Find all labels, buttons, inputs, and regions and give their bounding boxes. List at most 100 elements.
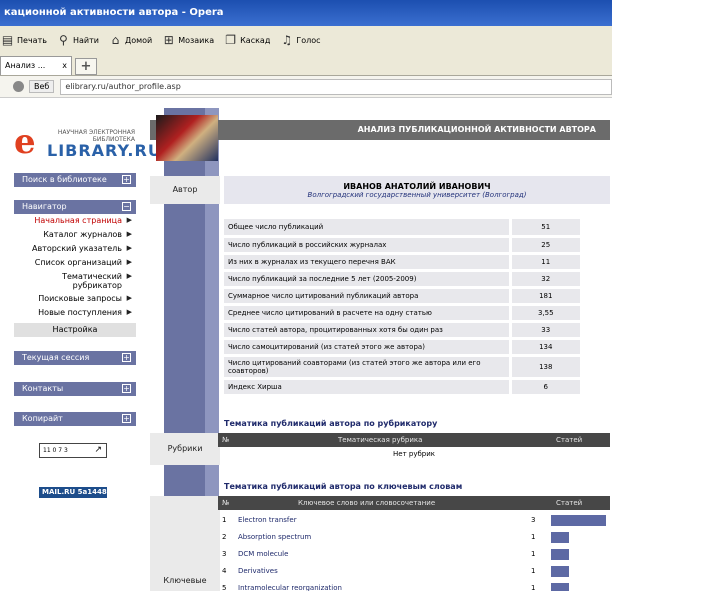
stats-table: Общее число публикаций 51 Число публикаций… [224,219,580,397]
expand-icon[interactable]: + [122,414,131,423]
nav-item-authors[interactable]: Авторский указатель ▶ [14,244,136,253]
logo-title: LIBRARY.RU [47,141,162,160]
cascade-icon: ❐ [225,32,236,47]
visit-counter[interactable]: 11 0 7 3 ↗ [39,443,107,458]
stats-row: Индекс Хирша 6 [224,378,580,397]
stat-value: 33 [508,321,580,340]
keyword-count: 1 [531,584,536,591]
url-input[interactable]: elibrary.ru/author_profile.asp [60,78,612,95]
contacts-header[interactable]: Контакты + [14,382,136,396]
keyword-bar [551,532,569,543]
nav-item-home[interactable]: Начальная страница ▶ [14,216,136,225]
globe-icon [13,81,24,92]
author-affiliation[interactable]: Волгоградский государственный университе… [224,191,610,199]
keyword-section-title: Тематика публикаций автора по ключевым с… [224,482,463,491]
tile-icon: ⊞ [163,32,174,47]
microphone-icon: ♫ [281,32,293,47]
arrow-right-icon: ▶ [126,308,132,316]
voice-button[interactable]: ♫ Голос [279,33,320,48]
stat-label: Число самоцитирований (из статей этого ж… [224,338,510,357]
stat-label: Число статей автора, процитированных хот… [224,321,510,340]
page-content: e НАУЧНАЯ ЭЛЕКТРОННАЯ БИБЛИОТЕКА LIBRARY… [0,98,718,591]
nav-item-new[interactable]: Новые поступления ▶ [14,308,136,317]
stats-row: Из них в журналах из текущего перечня ВА… [224,253,580,272]
tile-button[interactable]: ⊞ Мозаика [161,33,214,48]
printer-icon: ▤ [1,32,14,47]
keyword-link[interactable]: Electron transfer [238,512,297,529]
keyword-number: 3 [222,550,227,558]
navigator-header[interactable]: Навигатор − [14,200,136,214]
arrow-right-icon: ▶ [126,258,132,266]
nav-item-journals[interactable]: Каталог журналов ▶ [14,230,136,239]
nav-item-queries[interactable]: Поисковые запросы ▶ [14,294,136,303]
keyword-count: 1 [531,533,536,541]
stat-label: Суммарное число цитирований публикаций а… [224,287,510,306]
no-rubrics: Нет рубрик [393,450,435,458]
keyword-number: 4 [222,567,227,575]
search-library-header[interactable]: Поиск в библиотеке + [14,173,136,187]
arrow-right-icon: ▶ [126,244,132,252]
keyword-bar [551,566,569,577]
expand-icon[interactable]: + [122,384,131,393]
keyword-link[interactable]: Derivatives [238,563,278,580]
stats-row: Среднее число цитирований в расчете на о… [224,304,580,323]
arrow-right-icon: ▶ [126,272,132,280]
rubric-section-title: Тематика публикаций автора по рубрикатор… [224,419,438,428]
stat-value: 138 [508,355,580,380]
home-button[interactable]: ⌂ Домой [108,32,153,48]
stats-row: Число статей автора, процитированных хот… [224,321,580,340]
stat-label: Число цитирований соавторами (из статей … [224,355,510,380]
keyword-bar [551,583,569,591]
nav-item-organizations[interactable]: Список организаций ▶ [14,258,136,267]
elibrary-logo[interactable]: e НАУЧНАЯ ЭЛЕКТРОННАЯ БИБЛИОТЕКА LIBRARY… [14,125,161,160]
copyright-header[interactable]: Копирайт + [14,412,136,426]
arrow-right-icon: ▶ [126,216,132,224]
close-icon[interactable]: x [62,61,67,75]
stat-value: 3,55 [508,304,580,323]
stat-label: Из них в журналах из текущего перечня ВА… [224,253,510,272]
stat-value: 134 [508,338,580,357]
expand-icon[interactable]: + [122,353,131,362]
tab-active[interactable]: Анализ ... x [0,56,72,75]
stats-row: Общее число публикаций 51 [224,219,580,238]
stat-value: 25 [508,236,580,255]
keyword-count: 1 [531,567,536,575]
keyword-number: 2 [222,533,227,541]
home-icon: ⌂ [111,32,120,47]
tab-bar: Анализ ... x + [0,54,612,76]
print-button[interactable]: ▤ Печать [0,33,47,48]
keyword-number: 1 [222,516,227,524]
cascade-button[interactable]: ❐ Каскад [223,33,270,48]
stat-label: Общее число публикаций [224,219,510,238]
keyword-count: 1 [531,550,536,558]
keyword-bar [551,515,606,526]
keyword-link[interactable]: DCM molecule [238,546,288,563]
stats-row: Суммарное число цитирований публикаций а… [224,287,580,306]
books-image [156,115,218,161]
nav-item-rubricator[interactable]: Тематический рубрикатор ▶ [14,272,136,290]
keyword-link[interactable]: Intramolecular reorganization [238,580,342,591]
stat-value: 51 [508,219,580,238]
keyword-link[interactable]: Absorption spectrum [238,529,311,546]
tab-label: Анализ ... [5,61,46,70]
collapse-icon[interactable]: − [122,202,131,211]
stats-row: Число цитирований соавторами (из статей … [224,355,580,380]
stat-value: 32 [508,270,580,289]
stat-label: Число публикаций за последние 5 лет (200… [224,270,510,289]
mailru-counter[interactable]: MAIL.RU 5а1448 [39,487,107,498]
rubric-label: Рубрики [150,433,220,465]
keyword-row: 4 Derivatives 1 [218,563,610,580]
arrow-icon: ↗ [94,445,102,455]
find-button[interactable]: ⚲ Найти [56,33,99,48]
stat-label: Индекс Хирша [224,378,510,397]
session-header[interactable]: Текущая сессия + [14,351,136,365]
browser-toolbar: ▤ Печать ⚲ Найти ⌂ Домой ⊞ Мозаика ❐ Каскад ♫… [0,26,612,54]
keyword-row: 3 DCM molecule 1 [218,546,610,563]
stat-value: 181 [508,287,580,306]
web-button[interactable]: Веб [29,80,55,93]
keyword-label: Ключевые [150,496,220,591]
nav-item-settings[interactable]: Настройка [14,323,136,337]
expand-icon[interactable]: + [122,175,131,184]
new-tab-button[interactable]: + [75,58,97,75]
keyword-row: 2 Absorption spectrum 1 [218,529,610,546]
